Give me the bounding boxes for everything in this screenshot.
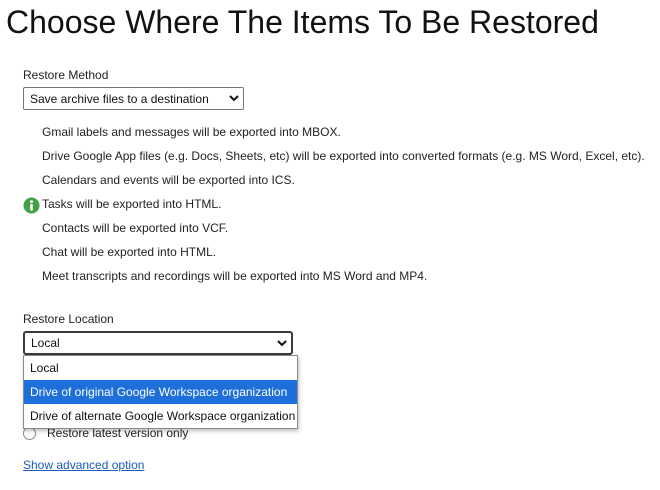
export-info-list: Gmail labels and messages will be export… (42, 120, 645, 288)
info-line-drive: Drive Google App files (e.g. Docs, Sheet… (42, 149, 645, 163)
info-line-contacts: Contacts will be exported into VCF. (42, 221, 229, 235)
show-advanced-option-link[interactable]: Show advanced option (23, 458, 144, 472)
info-icon (23, 197, 40, 214)
page-title: Choose Where The Items To Be Restored (6, 4, 599, 40)
info-line-chat: Chat will be exported into HTML. (42, 245, 217, 259)
restore-location-select[interactable]: Local (23, 331, 293, 355)
chevron-down-icon (273, 333, 291, 353)
location-option-alternate-org[interactable]: Drive of alternate Google Workspace orga… (24, 404, 297, 428)
restore-location-value: Local (31, 336, 60, 350)
restore-page: Choose Where The Items To Be Restored Re… (0, 0, 660, 490)
info-line-tasks: Tasks will be exported into HTML. (42, 197, 222, 211)
restore-location-dropdown: Local Drive of original Google Workspace… (23, 355, 298, 429)
info-line-calendars: Calendars and events will be exported in… (42, 173, 295, 187)
restore-method-label: Restore Method (23, 68, 109, 82)
restore-method-value: Save archive files to a destination (30, 91, 209, 106)
info-line-gmail: Gmail labels and messages will be export… (42, 125, 341, 139)
location-option-original-org[interactable]: Drive of original Google Workspace organ… (24, 380, 297, 404)
location-option-local[interactable]: Local (24, 356, 297, 380)
restore-location-label: Restore Location (23, 312, 114, 326)
chevron-down-icon (225, 88, 243, 109)
info-line-meet: Meet transcripts and recordings will be … (42, 269, 428, 283)
restore-method-select[interactable]: Save archive files to a destination (23, 87, 244, 110)
